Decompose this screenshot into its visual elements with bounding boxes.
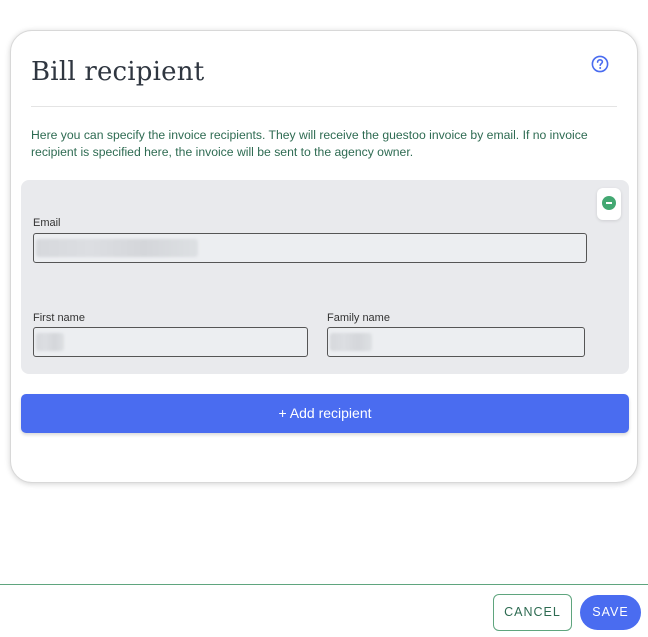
email-label: Email <box>33 217 61 229</box>
description-text: Here you can specify the invoice recipie… <box>31 128 588 159</box>
first-name-label: First name <box>33 312 85 324</box>
save-button[interactable]: SAVE <box>580 595 641 630</box>
dialog-title: Bill recipient <box>31 57 205 87</box>
email-value-redacted <box>36 239 198 257</box>
footer-divider <box>0 584 648 585</box>
first-name-field[interactable] <box>33 327 308 357</box>
first-name-value-redacted <box>36 333 64 351</box>
cancel-button[interactable]: CANCEL <box>493 594 572 631</box>
recipient-entry: Email First name Family name <box>21 180 629 374</box>
family-name-value-redacted <box>330 333 372 351</box>
question-circle-icon[interactable] <box>591 55 609 73</box>
title-divider <box>31 106 617 107</box>
bill-recipient-card: Bill recipient Here you can specify the … <box>10 30 638 483</box>
minus-circle-icon <box>602 196 616 210</box>
email-field[interactable] <box>33 233 587 263</box>
remove-recipient-button[interactable] <box>597 188 621 220</box>
family-name-label: Family name <box>327 312 390 324</box>
family-name-field[interactable] <box>327 327 585 357</box>
add-recipient-button[interactable]: + Add recipient <box>21 394 629 433</box>
